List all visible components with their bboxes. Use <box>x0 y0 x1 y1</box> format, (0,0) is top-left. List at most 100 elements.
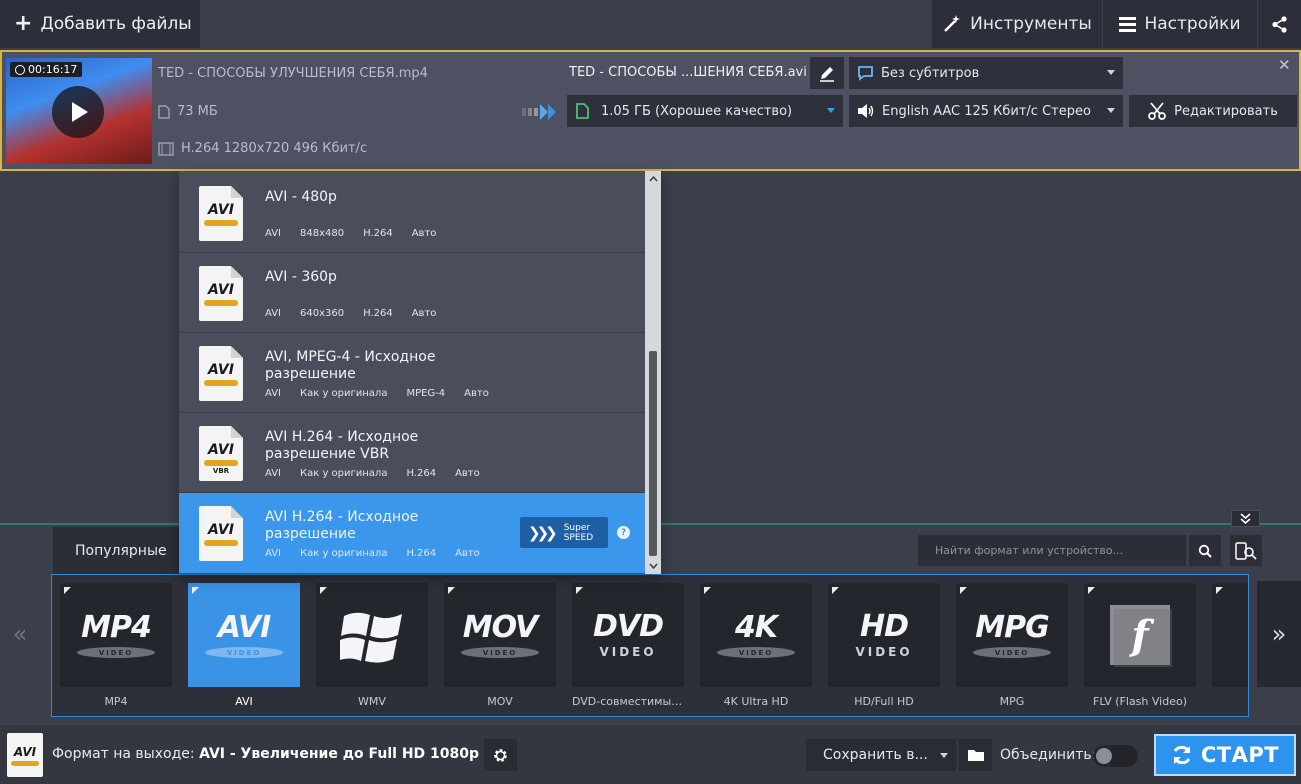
detect-device-button[interactable] <box>1230 535 1262 566</box>
preset-spec: AVI <box>265 308 281 319</box>
open-folder-button[interactable] <box>959 739 992 771</box>
carousel-next-button[interactable]: » <box>1257 581 1301 687</box>
convert-arrow-icon <box>522 100 564 128</box>
preset-spec: AVI <box>265 388 281 399</box>
close-icon[interactable]: ✕ <box>1278 56 1291 74</box>
output-size-dropdown[interactable]: 1.05 ГБ (Хорошее качество) <box>567 95 843 127</box>
scrollbar-thumb[interactable] <box>649 351 657 556</box>
output-format: Формат на выходе: AVI - Увеличение до Fu… <box>52 746 479 762</box>
preset-item[interactable]: AVI AVI, MPEG-4 - Исходное разрешение AVI К… <box>179 333 645 413</box>
preset-spec: AVI <box>265 228 281 239</box>
subtitles-dropdown[interactable]: Без субтитров <box>849 57 1123 89</box>
save-to-dropdown[interactable]: Сохранить в... <box>806 739 956 771</box>
double-chevron-down-icon <box>1240 513 1251 524</box>
file-item[interactable]: 00:16:17 TED - СПОСОБЫ УЛУЧШЕНИЯ СЕБЯ.mp… <box>0 50 1301 171</box>
hamburger-icon <box>1119 16 1137 32</box>
preset-title: AVI - 480p <box>265 189 337 205</box>
source-codec: H.264 1280x720 496 Кбит/с <box>158 141 367 156</box>
chevron-down-icon <box>940 753 948 758</box>
preset-title: AVI - 360p <box>265 269 337 285</box>
preset-title: AVI, MPEG-4 - Исходное разрешение <box>265 349 436 382</box>
scroll-up-icon[interactable] <box>645 171 661 187</box>
preset-spec: MPEG-4 <box>406 388 446 399</box>
format-tile[interactable]: AVI VIDEO <box>188 583 300 687</box>
edit-button[interactable]: Редактировать <box>1129 95 1297 127</box>
settings-button[interactable]: Настройки <box>1103 0 1257 48</box>
preset-spec: Как у оригинала <box>300 548 388 559</box>
add-files-button[interactable]: + Добавить файлы <box>0 0 200 48</box>
format-logo-icon: MPG VIDEO <box>956 583 1068 687</box>
preset-spec: Авто <box>455 548 480 559</box>
tab-popular[interactable]: Популярные <box>53 527 181 574</box>
scroll-down-icon[interactable] <box>645 558 661 574</box>
preset-specs: AVI 848x480 H.264 Авто <box>265 228 455 239</box>
film-icon <box>158 141 174 156</box>
format-tile[interactable]: HD VIDEO <box>828 583 940 687</box>
format-search-input[interactable]: Найти формат или устройство... <box>918 535 1186 566</box>
start-label: СТАРТ <box>1200 743 1280 767</box>
tools-label: Инструменты <box>970 14 1092 34</box>
start-button[interactable]: СТАРТ <box>1154 734 1296 776</box>
avi-file-icon: AVI <box>199 506 243 561</box>
pencil-icon <box>820 67 834 82</box>
preset-specs: AVI 640x360 H.264 Авто <box>265 308 455 319</box>
preset-spec: Авто <box>411 308 437 319</box>
help-icon[interactable]: ? <box>617 526 630 539</box>
format-tile-label: HD/Full HD <box>854 695 914 708</box>
preset-item[interactable]: AVI AVI - 360p AVI 640x360 H.264 Авто <box>179 253 645 333</box>
document-icon <box>576 103 589 119</box>
format-logo-icon: HD VIDEO <box>855 609 913 660</box>
source-size: 73 МБ <box>158 104 218 119</box>
preset-spec: 640x360 <box>300 308 345 319</box>
share-icon <box>1272 15 1287 33</box>
share-button[interactable] <box>1258 0 1301 48</box>
preset-item[interactable]: AVI VBR AVI H.264 - Исходное разрешение VB… <box>179 413 645 493</box>
format-tile[interactable]: MOV VIDEO <box>444 583 556 687</box>
format-tile-label: WMV <box>358 695 386 708</box>
settings-label: Настройки <box>1144 14 1241 34</box>
output-format-icon: AVI <box>7 733 43 777</box>
preset-item[interactable]: AVI AVI H.264 - Исходное разрешение AVI Как… <box>179 493 645 573</box>
format-tile[interactable]: DVD VIDEO <box>572 583 684 687</box>
preset-scrollbar[interactable] <box>645 171 661 574</box>
format-tile[interactable]: MPG VIDEO <box>956 583 1068 687</box>
format-logo-icon: MP4 VIDEO <box>60 583 172 687</box>
format-tile[interactable]: f <box>1084 583 1196 687</box>
format-settings-button[interactable] <box>484 739 517 771</box>
carousel-prev-button[interactable]: « <box>0 581 40 687</box>
avi-file-icon: AVI <box>199 266 243 321</box>
add-files-label: Добавить файлы <box>40 14 192 34</box>
gear-icon <box>494 748 507 762</box>
avi-file-icon: AVI <box>199 186 243 241</box>
source-size-value: 73 МБ <box>177 104 218 119</box>
collapse-button[interactable] <box>1231 510 1260 527</box>
folder-icon <box>967 750 984 761</box>
preset-spec: AVI <box>265 468 281 479</box>
format-tile[interactable]: MP4 VIDEO <box>60 583 172 687</box>
preset-specs: AVI Как у оригинала H.264 Авто <box>265 548 499 559</box>
output-filename: TED - СПОСОБЫ ...ШЕНИЯ СЕБЯ.avi <box>569 65 807 80</box>
format-tile-partial[interactable] <box>1212 583 1248 687</box>
preset-spec: Авто <box>411 228 437 239</box>
preset-item[interactable]: AVI AVI - 480p AVI 848x480 H.264 Авто <box>179 173 645 253</box>
top-toolbar: + Добавить файлы Инструменты Настройки <box>0 0 1301 48</box>
preset-title: AVI H.264 - Исходное разрешение VBR <box>265 429 419 462</box>
preset-specs: AVI Как у оригинала H.264 Авто <box>265 468 499 479</box>
merge-toggle[interactable] <box>1093 745 1138 767</box>
format-tile[interactable] <box>316 583 428 687</box>
format-logo-icon: AVI VIDEO <box>188 583 300 687</box>
play-icon[interactable] <box>52 86 104 138</box>
format-tile[interactable]: 4K VIDEO <box>700 583 812 687</box>
audio-track-dropdown[interactable]: English AAC 125 Кбит/с Стерео <box>849 95 1123 127</box>
search-button[interactable] <box>1189 535 1221 566</box>
output-format-value: AVI - Увеличение до Full HD 1080p <box>199 746 480 762</box>
chevron-down-icon <box>827 108 835 113</box>
format-logo-icon: f <box>1084 583 1196 687</box>
preset-spec: H.264 <box>406 468 437 479</box>
output-size-value: 1.05 ГБ (Хорошее качество) <box>601 103 793 119</box>
video-thumbnail[interactable]: 00:16:17 <box>6 58 152 164</box>
format-tile-label: MOV <box>487 695 513 708</box>
tools-button[interactable]: Инструменты <box>932 0 1102 48</box>
superspeed-badge: ❯❯❯ Super SPEED <box>520 517 608 548</box>
rename-button[interactable] <box>810 57 844 89</box>
